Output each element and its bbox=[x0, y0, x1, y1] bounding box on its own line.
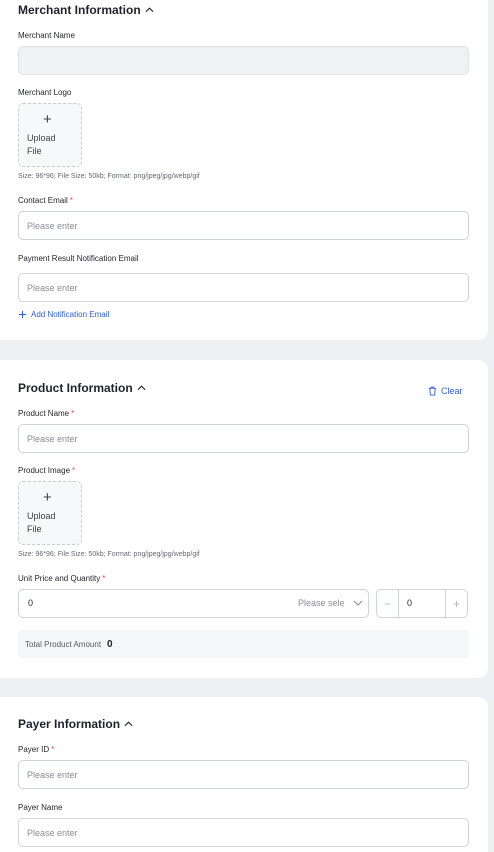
total-product-amount: Total Product Amount 0 bbox=[18, 630, 469, 658]
plus-icon: + bbox=[43, 489, 52, 506]
product-image-label-text: Product Image bbox=[18, 466, 71, 475]
required-asterisk: * bbox=[71, 409, 75, 418]
product-image-hint: Size: 96*96; File Size: 50kb; Format: pn… bbox=[18, 551, 200, 558]
payer-id-label: Payer ID * bbox=[18, 745, 54, 754]
notification-email-label: Payment Result Notification Email bbox=[18, 254, 139, 263]
total-product-amount-value: 0 bbox=[107, 638, 113, 650]
required-asterisk: * bbox=[72, 466, 76, 475]
payer-section-title: Payer Information bbox=[18, 717, 121, 731]
plus-icon bbox=[18, 310, 27, 319]
required-asterisk: * bbox=[51, 745, 55, 754]
contact-email-label-text: Contact Email bbox=[18, 196, 68, 205]
merchant-logo-hint: Size: 96*96; File Size: 50kb; Format: pn… bbox=[18, 173, 200, 180]
plus-icon: + bbox=[43, 111, 52, 128]
chevron-up-icon bbox=[137, 385, 146, 391]
merchant-name-field[interactable] bbox=[18, 46, 469, 75]
chevron-down-icon[interactable] bbox=[353, 600, 363, 607]
clear-button[interactable]: Clear bbox=[428, 386, 463, 396]
merchant-section-header[interactable]: Merchant Information bbox=[18, 3, 154, 17]
upload-text-line1: Upload bbox=[27, 133, 56, 143]
required-asterisk: * bbox=[102, 574, 106, 583]
product-info-card: Product Information Clear Product Name * … bbox=[0, 360, 488, 678]
contact-email-label: Contact Email * bbox=[18, 196, 73, 205]
product-image-label: Product Image * bbox=[18, 466, 75, 475]
add-notification-email-button[interactable]: Add Notification Email bbox=[18, 310, 109, 319]
increase-quantity-button[interactable]: + bbox=[445, 590, 467, 617]
chevron-up-icon bbox=[145, 7, 154, 13]
unit-price-quantity-label-text: Unit Price and Quantity bbox=[18, 574, 101, 583]
unit-price-input[interactable]: 0 bbox=[28, 598, 33, 608]
merchant-info-card: Merchant Information Merchant Name Merch… bbox=[0, 0, 488, 340]
merchant-logo-label: Merchant Logo bbox=[18, 88, 72, 97]
clear-label: Clear bbox=[441, 386, 463, 396]
upload-text-line2: File bbox=[27, 146, 42, 156]
unit-price-input-group: 0 Please sele bbox=[18, 589, 369, 618]
chevron-up-icon bbox=[124, 721, 133, 727]
product-name-input[interactable]: Please enter bbox=[18, 424, 469, 453]
product-image-upload[interactable]: + Upload File bbox=[18, 481, 82, 545]
payer-id-input[interactable]: Please enter bbox=[18, 760, 469, 789]
payer-name-input[interactable]: Please enter bbox=[18, 818, 469, 847]
upload-text-line1: Upload bbox=[27, 511, 56, 521]
total-product-amount-label: Total Product Amount bbox=[25, 639, 102, 649]
add-notification-email-label: Add Notification Email bbox=[31, 310, 110, 319]
product-name-label: Product Name * bbox=[18, 409, 74, 418]
required-asterisk: * bbox=[69, 196, 73, 205]
currency-select[interactable]: Please sele bbox=[298, 598, 345, 608]
notification-email-input[interactable]: Please enter bbox=[18, 273, 469, 302]
merchant-name-label: Merchant Name bbox=[18, 31, 75, 40]
merchant-logo-upload[interactable]: + Upload File bbox=[18, 103, 82, 167]
product-name-label-text: Product Name bbox=[18, 409, 70, 418]
contact-email-input[interactable]: Please enter bbox=[18, 211, 469, 240]
payer-section-header[interactable]: Payer Information bbox=[18, 717, 133, 731]
payer-name-label: Payer Name bbox=[18, 803, 63, 812]
quantity-stepper: − 0 + bbox=[376, 589, 468, 618]
product-section-header[interactable]: Product Information bbox=[18, 381, 146, 395]
payer-id-label-text: Payer ID bbox=[18, 745, 50, 754]
payer-info-card: Payer Information Payer ID * Please enter… bbox=[0, 697, 488, 852]
decrease-quantity-button[interactable]: − bbox=[377, 590, 399, 617]
upload-text-line2: File bbox=[27, 524, 42, 534]
quantity-input[interactable]: 0 bbox=[407, 598, 412, 608]
unit-price-quantity-label: Unit Price and Quantity * bbox=[18, 574, 105, 583]
merchant-section-title: Merchant Information bbox=[18, 3, 141, 17]
trash-icon bbox=[428, 386, 437, 396]
product-section-title: Product Information bbox=[18, 381, 133, 395]
